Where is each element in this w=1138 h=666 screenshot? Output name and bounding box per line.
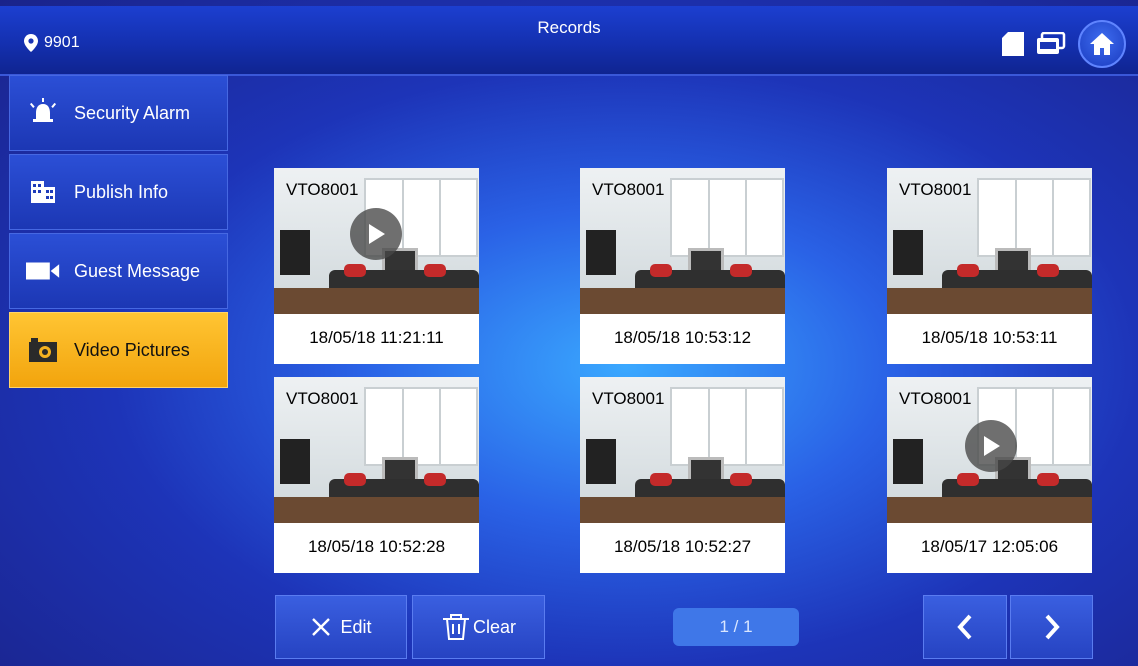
monitor-icon — [1037, 32, 1066, 54]
page-title: Records — [537, 18, 601, 37]
home-button[interactable] — [1078, 20, 1126, 68]
record-timestamp: 18/05/18 11:21:11 — [309, 328, 444, 347]
camera-label: VTO8001 — [286, 389, 359, 408]
close-icon — [312, 618, 331, 636]
home-icon — [1090, 33, 1114, 55]
clear-button-label: Clear — [472, 616, 516, 637]
page-indicator: 1 / 1 — [673, 608, 799, 646]
record-timestamp: 18/05/18 10:53:11 — [921, 328, 1058, 347]
sd-card-icon — [1002, 32, 1024, 56]
trash-icon — [442, 614, 469, 640]
record-card[interactable]: VTO8001 18/05/18 10:52:27 — [580, 377, 785, 573]
play-icon — [984, 436, 1000, 456]
play-button[interactable] — [965, 420, 1017, 472]
camera-label: VTO8001 — [592, 180, 665, 199]
record-timestamp: 18/05/17 12:05:06 — [920, 537, 1059, 556]
camera-icon — [29, 338, 57, 362]
record-thumbnail: VTO8001 — [274, 377, 479, 523]
record-thumbnail: VTO8001 — [580, 377, 785, 523]
sidebar-item-label: Security Alarm — [74, 102, 191, 123]
video-camera-icon — [26, 262, 60, 280]
sidebar-item-security-alarm[interactable]: Security Alarm — [9, 75, 228, 151]
record-thumbnail: VTO8001 — [887, 377, 1092, 523]
play-icon — [369, 224, 385, 244]
edit-button[interactable]: Edit — [275, 595, 407, 659]
edit-button-label: Edit — [340, 616, 372, 637]
record-card[interactable]: VTO8001 18/05/18 10:52:28 — [274, 377, 479, 573]
record-card[interactable]: VTO8001 18/05/18 11:21:11 — [274, 168, 479, 364]
sidebar-item-guest-message[interactable]: Guest Message — [9, 233, 228, 309]
play-button[interactable] — [350, 208, 402, 260]
alarm-icon — [29, 98, 57, 122]
previous-page-button[interactable] — [923, 595, 1007, 659]
sidebar-item-label: Guest Message — [74, 260, 201, 281]
chevron-left-icon — [957, 614, 972, 640]
record-card[interactable]: VTO8001 18/05/17 12:05:06 — [887, 377, 1092, 573]
camera-label: VTO8001 — [899, 389, 972, 408]
next-page-button[interactable] — [1010, 595, 1093, 659]
record-timestamp: 18/05/18 10:52:28 — [307, 537, 446, 556]
record-thumbnail: VTO8001 — [887, 168, 1092, 314]
sidebar-item-video-pictures[interactable]: Video Pictures — [9, 312, 228, 388]
sidebar-item-label: Video Pictures — [74, 339, 190, 360]
clear-button[interactable]: Clear — [412, 595, 545, 659]
sidebar-item-publish-info[interactable]: Publish Info — [9, 154, 228, 230]
camera-label: VTO8001 — [592, 389, 665, 408]
camera-label: VTO8001 — [899, 180, 972, 199]
record-timestamp: 18/05/18 10:53:12 — [613, 328, 752, 347]
record-timestamp: 18/05/18 10:52:27 — [613, 537, 752, 556]
sidebar: Security Alarm Publish Info Guest Messag… — [9, 75, 228, 391]
camera-label: VTO8001 — [286, 180, 359, 199]
record-thumbnail: VTO8001 — [580, 168, 785, 314]
top-bar: 9901 Records — [0, 6, 1138, 76]
building-icon — [31, 181, 55, 203]
record-card[interactable]: VTO8001 18/05/18 10:53:12 — [580, 168, 785, 364]
record-thumbnail: VTO8001 — [274, 168, 479, 314]
chevron-right-icon — [1045, 614, 1060, 640]
sidebar-item-label: Publish Info — [74, 181, 169, 202]
record-card[interactable]: VTO8001 18/05/18 10:53:11 — [887, 168, 1092, 364]
